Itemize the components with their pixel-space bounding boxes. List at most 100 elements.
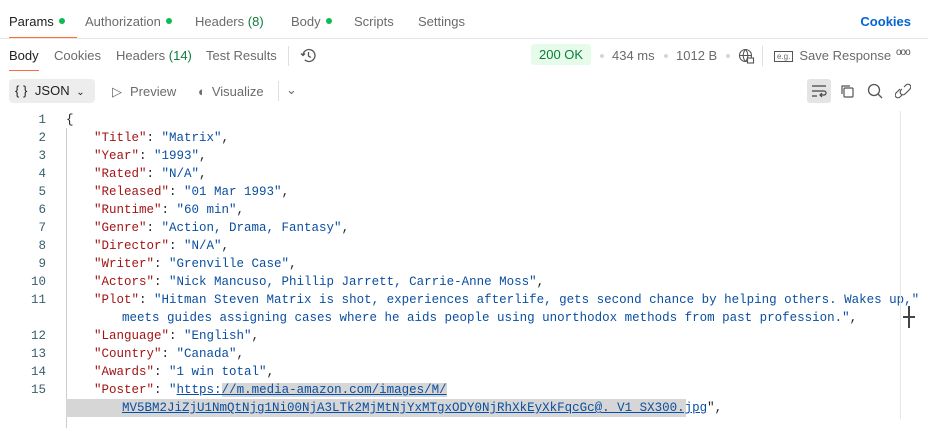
code-line: "Runtime": "60 min", (94, 203, 245, 217)
json-link[interactable]: MV5BM2JiZjU1NmQtNjg1Ni00NjA3LTk2MjMtNjYx… (122, 401, 707, 415)
tab-label: Headers (195, 14, 245, 29)
json-key: "Country" (94, 347, 162, 361)
line-number: 1 (38, 113, 46, 127)
status-badge: 200 OK (531, 44, 592, 65)
line-number: 7 (38, 221, 46, 235)
tab-headers[interactable]: Headers (8) (195, 14, 264, 29)
tab-label: Body (9, 48, 39, 63)
json-key: "Rated" (94, 167, 147, 181)
status-dot (325, 18, 332, 24)
json-string: meets guides assigning cases where he ai… (122, 311, 850, 325)
json-string: "Hitman Steven Matrix is shot, experienc… (154, 293, 920, 307)
code-line: "Title": "Matrix", (94, 131, 230, 145)
line-number: 12 (30, 329, 46, 343)
json-key: "Genre" (94, 221, 147, 235)
json-key: "Language" (94, 329, 170, 343)
json-key: "Actors" (94, 275, 155, 289)
line-number: 14 (30, 365, 46, 379)
json-string: "Action, Drama, Fantasy" (161, 221, 342, 235)
code-line: "Director": "N/A", (94, 239, 230, 253)
json-key: "Year" (94, 149, 140, 163)
line-number: 13 (30, 347, 46, 361)
response-tab-headers[interactable]: Headers (14) (116, 48, 192, 63)
history-icon[interactable] (296, 43, 320, 67)
json-key: "Runtime" (94, 203, 162, 217)
cookies-link[interactable]: Cookies (860, 14, 911, 29)
save-response-button[interactable]: e.g. Save Response (774, 48, 891, 63)
json-string: "N/A" (184, 239, 222, 253)
code-line: { (66, 113, 74, 127)
tab-params[interactable]: Params (9, 14, 77, 38)
code-line: "Genre": "Action, Drama, Fantasy", (94, 221, 350, 235)
code-line: "Language": "English", (94, 329, 260, 343)
scrollbar[interactable] (900, 111, 901, 419)
tab-label: Scripts (354, 14, 394, 29)
response-tab-test-results[interactable]: Test Results (206, 48, 277, 63)
copy-icon[interactable] (835, 79, 859, 103)
response-body-editor[interactable]: 1 {2 "Title": "Matrix", 3 "Year": "1993", 4 "R… (0, 111, 928, 428)
line-number: 8 (38, 239, 46, 253)
line-number: 15 (30, 383, 46, 397)
json-key: "Plot" (94, 293, 140, 307)
response-tab-body[interactable]: Body (9, 48, 39, 71)
line-number: 2 (38, 131, 46, 145)
more-icon[interactable]: ooo (896, 47, 911, 58)
code-line: "Poster": "https://m.media-amazon.com/im… (94, 383, 447, 397)
status-dot (58, 18, 65, 24)
json-string: "Matrix" (161, 131, 222, 145)
tab-label: Headers (116, 48, 166, 63)
json-string: "Nick Mancuso, Phillip Jarrett, Carrie-A… (169, 275, 537, 289)
json-key: "Title" (94, 131, 147, 145)
code-line: "Writer": "Grenville Case", (94, 257, 297, 271)
code-line: "Plot": "Hitman Steven Matrix is shot, e… (94, 293, 920, 307)
code-line: "Rated": "N/A", (94, 167, 207, 181)
tab-settings[interactable]: Settings (418, 14, 465, 29)
link-icon[interactable] (891, 79, 915, 103)
tab-scripts[interactable]: Scripts (354, 14, 394, 29)
search-icon[interactable] (863, 79, 887, 103)
code-line-wrapped: meets guides assigning cases where he ai… (122, 311, 858, 325)
line-number: 5 (38, 185, 46, 199)
tab-label: Body (291, 14, 321, 29)
line-number: 9 (38, 257, 46, 271)
code-line-wrapped: MV5BM2JiZjU1NmQtNjg1Ni00NjA3LTk2MjMtNjYx… (122, 401, 723, 415)
json-string: " (169, 383, 177, 397)
line-number: 6 (38, 203, 46, 217)
json-link[interactable]: //m.media-amazon.com/images/M/ (221, 383, 447, 397)
json-string: "Grenville Case" (169, 257, 290, 271)
tab-body[interactable]: Body (291, 14, 332, 29)
json-string: "Canada" (176, 347, 237, 361)
chevron-down-icon: ⌄ (76, 87, 85, 98)
code-line: "Released": "01 Mar 1993", (94, 185, 290, 199)
json-key: "Writer" (94, 257, 155, 271)
line-number: 4 (38, 167, 46, 181)
visualize-dropdown-icon[interactable]: ⌄ (286, 82, 297, 98)
tab-label: Params (9, 14, 54, 29)
tab-count: (14) (168, 48, 192, 63)
tab-authorization[interactable]: Authorization (85, 14, 172, 29)
format-dropdown[interactable]: { } JSON ⌄ (9, 79, 95, 103)
response-tab-cookies[interactable]: Cookies (54, 48, 101, 63)
response-size[interactable]: 1012 B (676, 48, 717, 63)
json-link[interactable]: https: (177, 383, 222, 397)
tab-label: Cookies (54, 48, 101, 63)
line-number: 10 (30, 275, 46, 289)
code-line: "Awards": "1 win total", (94, 365, 275, 379)
play-icon: ▷ (112, 84, 122, 99)
tab-label: Settings (418, 14, 465, 29)
code-line: "Country": "Canada", (94, 347, 245, 361)
resize-handle[interactable] (903, 306, 915, 328)
json-string: "1993" (154, 149, 200, 163)
tab-label: Authorization (85, 14, 161, 29)
visualize-button[interactable]: ◐ Visualize (198, 84, 264, 99)
json-key: "Poster" (94, 383, 155, 397)
preview-button[interactable]: ▷ Preview (112, 84, 176, 100)
json-string: "1 win total" (169, 365, 267, 379)
response-time[interactable]: 434 ms (612, 48, 655, 63)
visualize-icon: ◐ (198, 84, 206, 99)
network-lock-icon[interactable] (734, 44, 758, 68)
braces-icon: { } (15, 83, 28, 98)
wrap-lines-icon[interactable] (807, 79, 831, 103)
json-key: "Released" (94, 185, 170, 199)
tab-count: (8) (247, 14, 264, 29)
